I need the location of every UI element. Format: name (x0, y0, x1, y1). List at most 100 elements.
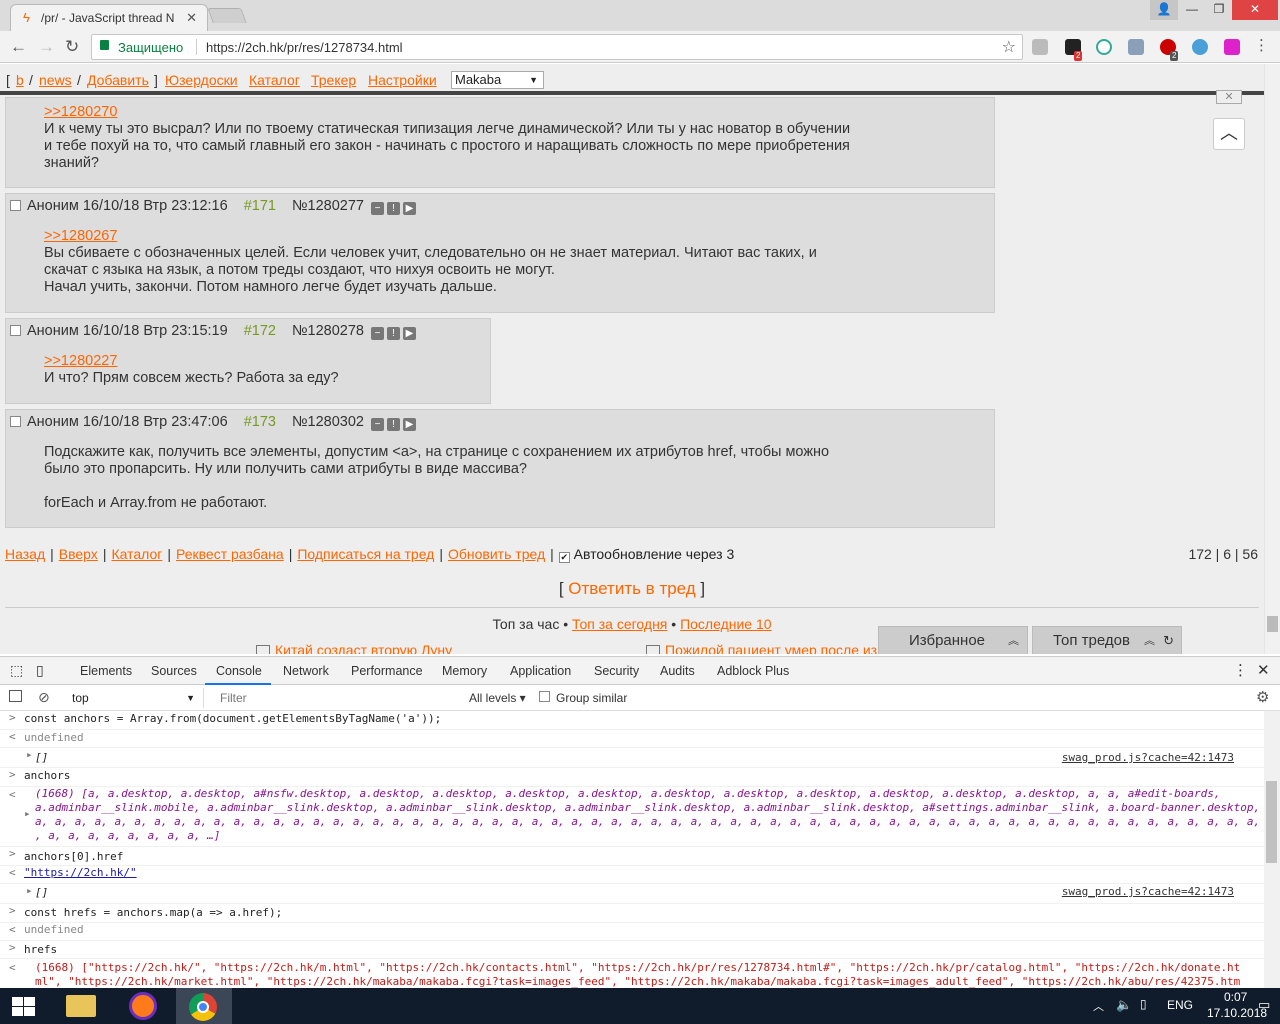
post-number[interactable]: #173 (244, 414, 276, 430)
console-array-preview[interactable]: a.adminbar__slink.mobile, a.adminbar__sl… (35, 801, 1264, 814)
subscribe-link[interactable]: Подписаться на тред (297, 546, 434, 562)
source-link[interactable]: swag_prod.js?cache=42:1473 (1062, 751, 1234, 764)
console-log-value[interactable]: [] (35, 886, 48, 899)
menu-icon[interactable]: ⋮ (1254, 36, 1269, 54)
post-id[interactable]: №1280277 (292, 198, 364, 214)
console-array-preview[interactable]: ml", "https://2ch.hk/market.html", "http… (35, 975, 1240, 988)
console-filter-input[interactable] (214, 688, 460, 708)
tab-application[interactable]: Application (510, 664, 571, 678)
last10-link[interactable]: Последние 10 (680, 616, 771, 632)
post-id[interactable]: №1280278 (292, 323, 364, 339)
minimize-button[interactable]: — (1178, 0, 1206, 20)
tray-chevron-icon[interactable]: ︿ (1093, 998, 1104, 1014)
expand-triangle-icon[interactable]: ▸ (24, 807, 31, 820)
autoupdate-checkbox[interactable]: ✔ (558, 552, 570, 563)
back-link[interactable]: Назад (5, 546, 45, 562)
console-log-line[interactable]: ▸[] swag_prod.js?cache=42:1473 (0, 748, 1264, 768)
reply-link[interactable]: >>1280270 (44, 104, 850, 121)
file-explorer-icon[interactable] (66, 995, 96, 1017)
cloud-extension-icon[interactable] (1192, 39, 1208, 55)
group-similar-checkbox[interactable] (539, 691, 550, 702)
play-icon[interactable]: ▶ (403, 418, 416, 431)
expand-triangle-icon[interactable]: ▸ (26, 748, 33, 761)
firefox-icon[interactable] (129, 992, 157, 1020)
hide-icon[interactable]: − (371, 202, 384, 215)
clock-time[interactable]: 0:07 (1224, 990, 1247, 1004)
close-window-button[interactable]: ✕ (1232, 0, 1278, 20)
pdf-extension-icon[interactable] (1032, 39, 1048, 55)
tab-memory[interactable]: Memory (442, 664, 487, 678)
news-item[interactable]: Пожилой пациент умер после из (646, 642, 877, 654)
vpn-extension-icon[interactable] (1096, 39, 1112, 55)
post-number[interactable]: #171 (244, 198, 276, 214)
refresh-thread-link[interactable]: Обновить тред (448, 546, 545, 562)
refresh-icon[interactable]: ↻ (1163, 627, 1174, 654)
console-log-value[interactable]: [] (35, 751, 48, 764)
play-icon[interactable]: ▶ (403, 202, 416, 215)
network-icon[interactable]: ▯ (1140, 997, 1147, 1011)
scroll-up-button[interactable]: ︿ (1213, 118, 1245, 150)
adminbar-link-b[interactable]: b (16, 72, 24, 88)
windows-start-icon[interactable] (12, 997, 36, 1017)
tab-close-icon[interactable]: ✕ (186, 10, 197, 26)
post-checkbox[interactable] (10, 200, 21, 211)
context-select[interactable]: top ▼ (64, 688, 204, 708)
console-settings-gear-icon[interactable]: ⚙ (1256, 688, 1269, 706)
hide-icon[interactable]: − (371, 327, 384, 340)
tab-network[interactable]: Network (283, 664, 329, 678)
top-threads-panel[interactable]: Топ тредов ︽ ↻ (1032, 626, 1182, 654)
console-log-line[interactable]: ▸[] swag_prod.js?cache=42:1473 (0, 884, 1264, 904)
adminbar-link-tracker[interactable]: Трекер (311, 72, 356, 88)
post-checkbox[interactable] (10, 416, 21, 427)
report-icon[interactable]: ! (387, 327, 400, 340)
clear-console-icon[interactable]: ⊘ (38, 689, 50, 706)
catalog-link[interactable]: Каталог (111, 546, 162, 562)
up-link[interactable]: Вверх (59, 546, 98, 562)
play-icon[interactable]: ▶ (403, 327, 416, 340)
reply-thread-link[interactable]: Ответить в тред (568, 579, 695, 598)
tab-adblock-plus[interactable]: Adblock Plus (717, 664, 789, 678)
close-icon[interactable]: ✕ (1216, 90, 1242, 104)
post-id[interactable]: №1280302 (292, 414, 364, 430)
language-indicator[interactable]: ENG (1167, 998, 1193, 1012)
request-unban-link[interactable]: Реквест разбана (176, 546, 284, 562)
chrome-taskbar-button[interactable] (176, 988, 232, 1024)
devtools-close-icon[interactable]: ✕ (1257, 661, 1270, 679)
adminbar-link-catalog[interactable]: Каталог (249, 72, 300, 88)
console-result-line[interactable]: < (1668) ["https://2ch.hk/", "https://2c… (0, 959, 1264, 988)
restore-button[interactable]: ❐ (1205, 0, 1233, 20)
back-arrow-icon[interactable]: ← (10, 37, 27, 57)
adminbar-link-add[interactable]: Добавить (87, 72, 149, 88)
devtools-menu-icon[interactable]: ⋮ (1233, 661, 1248, 679)
page-scroll-thumb[interactable] (1267, 616, 1278, 632)
console-scroll-thumb[interactable] (1266, 781, 1277, 863)
bookmark-star-icon[interactable]: ☆ (1002, 37, 1016, 57)
forward-arrow-icon[interactable]: → (38, 37, 55, 57)
color-extension-icon[interactable] (1224, 39, 1240, 55)
inspect-icon[interactable]: ⬚ (10, 662, 23, 679)
adminbar-link-news[interactable]: news (39, 72, 72, 88)
source-link[interactable]: swag_prod.js?cache=42:1473 (1062, 885, 1234, 898)
post-number[interactable]: #172 (244, 323, 276, 339)
tab-performance[interactable]: Performance (351, 664, 423, 678)
console-output[interactable]: > const anchors = Array.from(document.get… (0, 711, 1264, 988)
tab-sources[interactable]: Sources (151, 664, 197, 678)
top-today-link[interactable]: Топ за сегодня (572, 616, 667, 632)
reload-icon[interactable]: ↻ (65, 37, 79, 57)
post-checkbox[interactable] (10, 325, 21, 336)
hide-icon[interactable]: − (371, 418, 384, 431)
volume-icon[interactable]: 🔈 (1116, 997, 1132, 1013)
tab-active[interactable]: ϟ /pr/ - JavaScript thread N ✕ (10, 4, 208, 31)
console-array-preview[interactable]: a, a, a, a, a, a, a, a, a, a, a, a, a, a… (35, 815, 1264, 828)
console-result-line[interactable]: < ▸ (1668) [a, a.desktop, a.desktop, a#n… (0, 787, 1264, 847)
reply-link[interactable]: >>1280267 (44, 228, 817, 245)
tab-console[interactable]: Console (216, 664, 262, 678)
report-icon[interactable]: ! (387, 418, 400, 431)
new-tab-button[interactable] (207, 8, 247, 23)
news-title[interactable]: Китай создаст вторую Луну (275, 642, 452, 654)
log-levels-select[interactable]: All levels ▾ (469, 691, 526, 705)
console-result[interactable]: "https://2ch.hk/" (24, 866, 137, 879)
tab-elements[interactable]: Elements (80, 664, 132, 678)
console-array-preview[interactable]: (1668) [a, a.desktop, a.desktop, a#nsfw.… (35, 787, 1220, 800)
console-array-preview[interactable]: (1668) ["https://2ch.hk/", "https://2ch.… (35, 961, 1240, 974)
